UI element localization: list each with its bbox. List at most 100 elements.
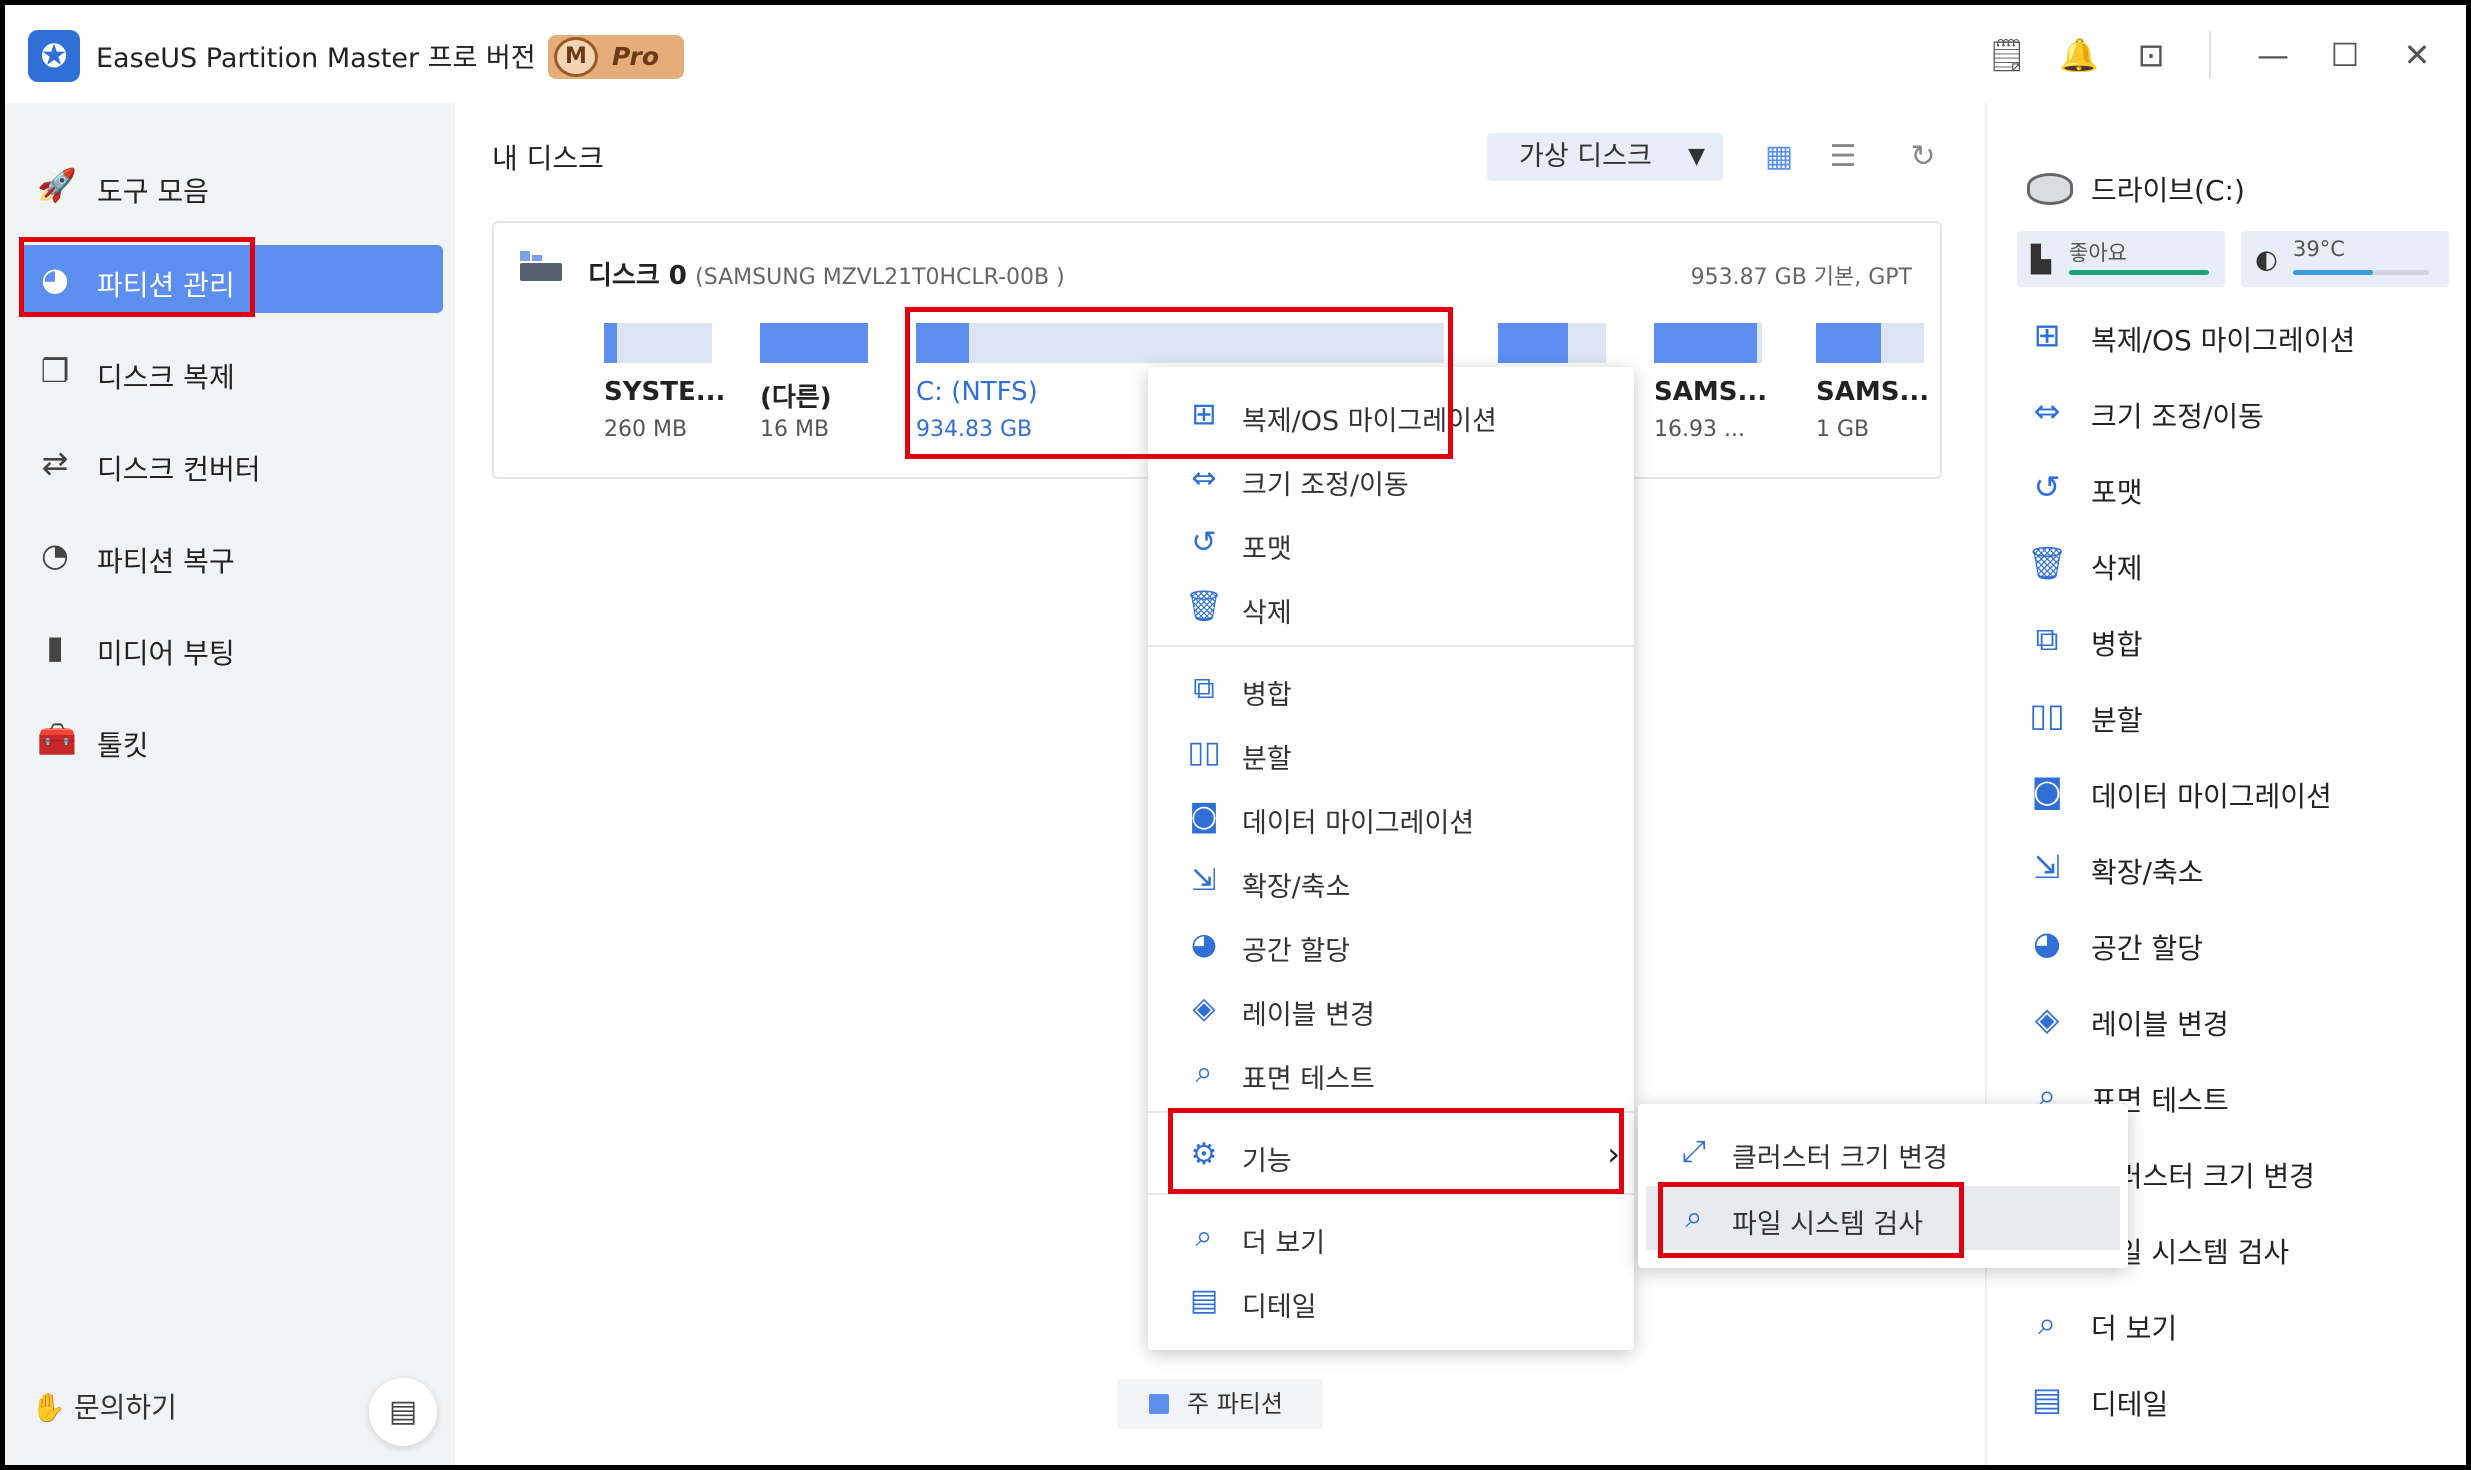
menu-item-resize-move[interactable]: ⇔ 크기 조정/이동 — [1148, 449, 1634, 509]
partition-name: SAMS... — [1654, 377, 1768, 407]
sidebar-item-label: 도구 모음 — [97, 175, 209, 208]
allocate-icon: ◕ — [1190, 927, 1218, 962]
partition-usage-fill — [760, 323, 868, 363]
merge-icon: ⧉ — [2035, 620, 2059, 658]
sidebar-item-tools[interactable]: 🚀 도구 모음 — [19, 151, 443, 219]
sidebar-item-disk-converter[interactable]: ⇄ 디스크 컨버터 — [19, 429, 443, 497]
menu-divider — [1148, 645, 1634, 647]
notes-icon[interactable]: 🗒 — [1985, 33, 2029, 77]
grid-view-icon[interactable]: ▦ — [1761, 139, 1797, 175]
bell-icon[interactable]: 🔔 — [2057, 33, 2101, 77]
menu-item-label: 삭제 — [1242, 598, 1292, 629]
app-logo-icon: ✪ — [28, 30, 80, 82]
chat-icon: ▤ — [388, 1394, 418, 1429]
split-icon: ▯▯ — [1187, 735, 1221, 770]
sidebar-item-toolkit[interactable]: 🧰 툴킷 — [19, 705, 443, 773]
maximize-icon[interactable]: ☐ — [2323, 33, 2367, 77]
partition-size: 260 MB — [604, 417, 688, 442]
pro-badge-m: M — [554, 37, 598, 77]
menu-item-explore[interactable]: ⌕ 더 보기 — [1148, 1207, 1634, 1267]
health-label: 좋아요 — [2069, 241, 2127, 265]
pro-badge: M Pro — [548, 35, 684, 79]
contact-label: 문의하기 — [73, 1391, 177, 1424]
menu-item-label: 분할 — [1242, 744, 1292, 775]
menu-item-allocate-space[interactable]: ◕ 공간 할당 — [1148, 915, 1634, 975]
drive-health-icon: ▙ — [2031, 245, 2051, 275]
menu-item-format[interactable]: ↺ 포맷 — [1148, 513, 1634, 573]
menu-item-split[interactable]: ▯▯ 분할 — [1148, 723, 1634, 783]
sidebar-item-label: 디스크 컨버터 — [97, 453, 261, 486]
menu-item-label: 공간 할당 — [1242, 936, 1350, 967]
sidebar-item-partition-recovery[interactable]: ◔ 파티션 복구 — [19, 521, 443, 589]
partition-usage-fill — [1498, 323, 1568, 363]
menu-item-merge[interactable]: ⧉ 병합 — [1148, 659, 1634, 719]
allocate-icon: ◕ — [2033, 924, 2061, 962]
action-label: 분할 — [2091, 704, 2143, 737]
menu-item-surface-test[interactable]: ⌕ 표면 테스트 — [1148, 1043, 1634, 1103]
legend-swatch — [1149, 1394, 1169, 1414]
partition-size: 16 MB — [760, 417, 830, 442]
sidebar-item-label: 미디어 부팅 — [97, 637, 235, 670]
convert-icon: ⇄ — [41, 444, 69, 482]
title-bar: ✪ EaseUS Partition Master 프로 버전 M Pro 🗒 … — [5, 5, 2466, 103]
partition-usage-fill — [916, 323, 969, 363]
menu-item-label: 표면 테스트 — [1242, 1064, 1375, 1095]
wave-hand-icon: ✋ — [31, 1391, 66, 1424]
resize-icon: ⇔ — [2033, 392, 2061, 430]
toolkit-icon: 🧰 — [37, 720, 77, 758]
menu-item-data-migration[interactable]: ◙ 데이터 마이그레이션 — [1148, 787, 1634, 847]
partition-usage-fill — [604, 323, 617, 363]
submenu-item-file-system-check[interactable]: ⌕ 파일 시스템 검사 — [1638, 1188, 2128, 1248]
menu-item-label: 크기 조정/이동 — [1242, 470, 1409, 501]
contact-link[interactable]: ✋ 문의하기 — [31, 1386, 177, 1426]
chat-button[interactable]: ▤ — [369, 1378, 437, 1446]
chevron-right-icon: › — [1607, 1135, 1620, 1173]
sidebar-item-disk-clone[interactable]: ❐ 디스크 복제 — [19, 337, 443, 405]
sidebar-item-label: 툴킷 — [97, 729, 149, 762]
submenu-item-cluster-size[interactable]: ⤢ 클러스터 크기 변경 — [1638, 1122, 2128, 1182]
menu-item-extend-shrink[interactable]: ⇲ 확장/축소 — [1148, 851, 1634, 911]
thermometer-icon: ◐ — [2255, 245, 2278, 275]
format-icon: ↺ — [2033, 468, 2061, 506]
menu-item-label: 기능 — [1242, 1146, 1292, 1177]
menu-item-delete[interactable]: 🗑 삭제 — [1148, 577, 1634, 637]
trash-icon: 🗑 — [1184, 589, 1224, 624]
menu-item-change-label[interactable]: ◈ 레이블 변경 — [1148, 979, 1634, 1039]
sidebar-item-label: 디스크 복제 — [97, 361, 235, 394]
minimize-icon[interactable]: — — [2251, 33, 2295, 77]
rocket-icon: 🚀 — [37, 166, 77, 204]
label-icon: ◈ — [1192, 991, 1216, 1026]
menu-item-label: 복제/OS 마이그레이션 — [1242, 406, 1497, 437]
menu-item-clone-os[interactable]: ⊞ 복제/OS 마이그레이션 — [1148, 385, 1634, 445]
label-icon: ◈ — [2034, 1000, 2060, 1038]
pro-badge-label: Pro — [612, 42, 660, 71]
list-view-icon[interactable]: ☰ — [1825, 139, 1861, 175]
partition-bar — [916, 323, 1444, 363]
sidebar-item-media-boot[interactable]: ▮ 미디어 부팅 — [19, 613, 443, 681]
menu-item-features[interactable]: ⚙ 기능 › — [1148, 1125, 1634, 1185]
extend-icon: ⇲ — [1191, 863, 1217, 898]
menu-item-label: 클러스터 크기 변경 — [1732, 1143, 1948, 1174]
action-label: 확장/축소 — [2091, 856, 2204, 889]
windows-icon: ⊞ — [1191, 397, 1217, 432]
sidebar-item-partition-manager[interactable]: ◕ 파티션 관리 — [19, 245, 443, 313]
dropdown-icon[interactable]: ⊡ — [2129, 33, 2173, 77]
partition-name: (다른) — [760, 383, 832, 413]
drive-icon — [2027, 173, 2073, 205]
refresh-icon[interactable]: ↻ — [1905, 139, 1941, 175]
menu-divider — [1148, 1193, 1634, 1195]
details-icon: ▤ — [2031, 1380, 2063, 1418]
close-icon[interactable]: ✕ — [2395, 33, 2439, 77]
features-submenu: ⤢ 클러스터 크기 변경 ⌕ 파일 시스템 검사 — [1638, 1104, 2128, 1268]
sidebar-item-label: 파티션 복구 — [97, 545, 235, 578]
virtual-disk-dropdown[interactable]: 가상 디스크 ▼ — [1487, 133, 1723, 181]
menu-item-details[interactable]: ▤ 디테일 — [1148, 1271, 1634, 1331]
disk-name: 디스크 0 (SAMSUNG MZVL21T0HCLR-00B ) — [588, 255, 1065, 292]
partition-usage-fill — [1816, 323, 1881, 363]
drive-title: 드라이브(C:) — [2091, 174, 2245, 207]
trash-icon: 🗑 — [2027, 544, 2068, 582]
data-migration-icon: ◙ — [1189, 799, 1219, 834]
disk-model: (SAMSUNG MZVL21T0HCLR-00B ) — [695, 265, 1065, 290]
data-migration-icon: ◙ — [2031, 772, 2063, 810]
action-label: 병합 — [2091, 628, 2143, 661]
